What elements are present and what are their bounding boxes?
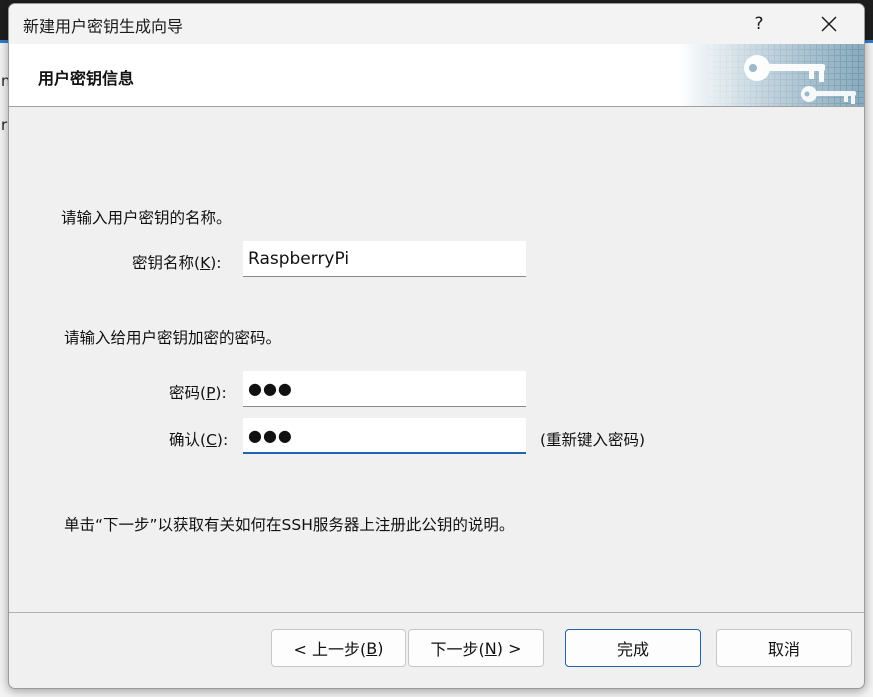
footer-separator	[9, 612, 864, 613]
title-bar: 新建用户密钥生成向导 ?	[9, 4, 864, 44]
dialog-title: 新建用户密钥生成向导	[23, 17, 184, 36]
back-button[interactable]: < 上一步(B)	[271, 629, 406, 667]
wizard-banner: 用户密钥信息	[9, 44, 864, 107]
next-button[interactable]: 下一步(N) >	[408, 629, 544, 667]
banner-title: 用户密钥信息	[38, 69, 135, 88]
close-button[interactable]	[794, 4, 864, 44]
name-prompt-text: 请输入用户密钥的名称。	[61, 209, 232, 227]
key-name-input[interactable]: RaspberryPi	[243, 241, 526, 277]
cancel-button[interactable]: 取消	[716, 629, 852, 667]
password-label: 密码(P):	[169, 384, 227, 402]
confirm-label: 确认(C):	[169, 431, 229, 449]
password-prompt-text: 请输入给用户密钥加密的密码。	[64, 329, 282, 347]
key-wizard-dialog: 新建用户密钥生成向导 ? 用户密钥信息 请输入用户密钥的名称。 密钥名称(K):…	[8, 3, 865, 689]
finish-button[interactable]: 完成	[565, 629, 701, 667]
key-name-label: 密钥名称(K):	[132, 254, 222, 272]
close-icon	[821, 16, 837, 32]
info-text: 单击“下一步”以获取有关如何在SSH服务器上注册此公钥的说明。	[64, 516, 515, 534]
keys-banner-icon	[679, 44, 864, 106]
help-button[interactable]: ?	[724, 4, 794, 44]
background-text-2: r	[1, 116, 8, 134]
confirm-password-input[interactable]: ●●●	[243, 418, 526, 454]
password-input[interactable]: ●●●	[243, 371, 526, 407]
confirm-hint-text: (重新键入密码)	[540, 431, 646, 449]
